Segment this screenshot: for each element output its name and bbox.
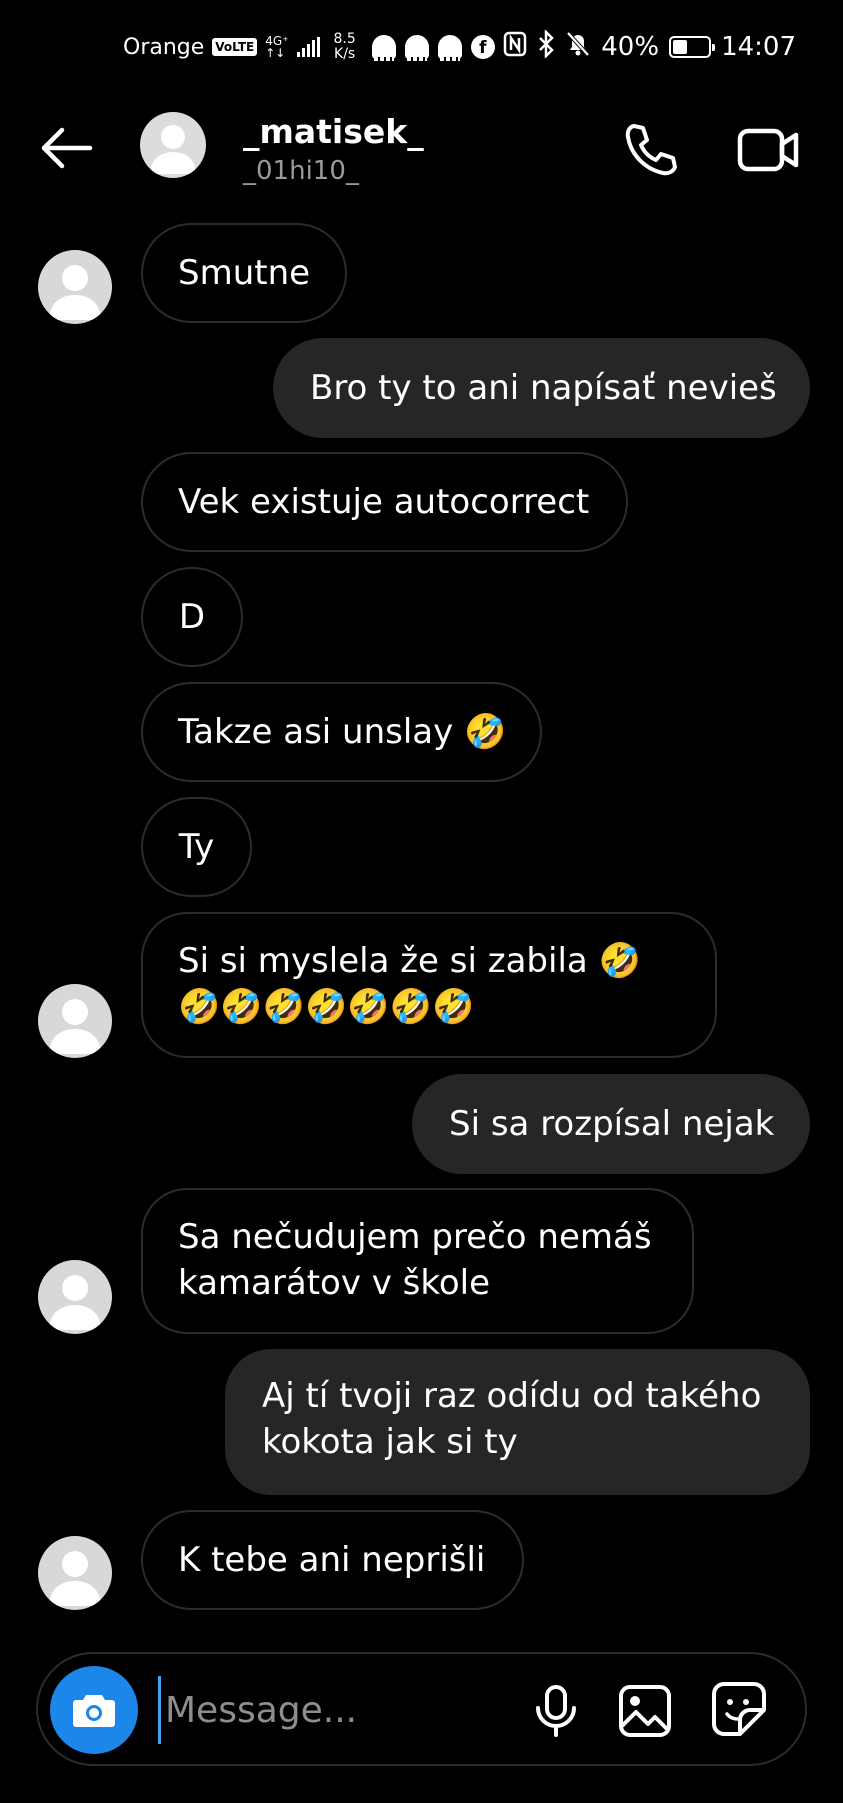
contact-username[interactable]: _01hi10_ — [243, 156, 359, 186]
status-bar: Orange VoLTE 4G⁺ ↑↓ 8.5 K/s f 40% 14:07 — [0, 0, 843, 100]
snapchat-icon — [371, 35, 396, 61]
incoming-message[interactable]: Vek existuje autocorrect — [141, 452, 628, 552]
chat-header: _matisek_ _01hi10_ — [0, 100, 843, 220]
gallery-button[interactable] — [616, 1682, 674, 1740]
phone-icon — [625, 124, 677, 176]
snapchat-icon — [437, 35, 462, 61]
status-bar-right: 40% 14:07 — [503, 28, 796, 64]
back-button[interactable] — [38, 125, 94, 171]
signal-strength-icon — [296, 37, 320, 57]
default-avatar-icon — [49, 999, 101, 1054]
default-avatar-icon — [49, 1275, 101, 1330]
camera-button[interactable] — [50, 1666, 138, 1754]
sender-avatar[interactable] — [38, 984, 112, 1058]
contact-display-name[interactable]: _matisek_ — [243, 112, 424, 151]
video-camera-icon — [737, 128, 799, 172]
bluetooth-icon — [537, 28, 555, 64]
default-avatar-icon — [49, 265, 101, 320]
mute-bell-icon — [565, 30, 591, 64]
facebook-icon: f — [470, 35, 495, 59]
outgoing-message[interactable]: Bro ty to ani napísať nevieš — [273, 338, 810, 438]
arrow-left-icon — [41, 127, 93, 169]
nfc-icon — [503, 31, 527, 63]
battery-level — [673, 40, 687, 54]
incoming-message[interactable]: Smutne — [141, 223, 347, 323]
incoming-message[interactable]: Takze asi unslay 🤣 — [141, 682, 542, 782]
default-avatar-icon — [150, 125, 196, 174]
network-speed-unit: K/s — [334, 46, 356, 62]
sender-avatar[interactable] — [38, 1260, 112, 1334]
outgoing-message[interactable]: Aj tí tvoji raz odídu od takého kokota j… — [225, 1349, 810, 1495]
network-speed: 8.5 K/s — [334, 32, 356, 62]
microphone-icon — [536, 1685, 576, 1737]
network-speed-value: 8.5 — [333, 31, 356, 47]
contact-avatar[interactable] — [140, 112, 206, 178]
sticker-button[interactable] — [710, 1680, 768, 1738]
sender-avatar[interactable] — [38, 1536, 112, 1610]
sender-avatar[interactable] — [38, 250, 112, 324]
voice-message-button[interactable] — [529, 1684, 583, 1738]
image-icon — [619, 1685, 671, 1737]
incoming-message[interactable]: K tebe ani neprišli — [141, 1510, 524, 1610]
incoming-message[interactable]: Ty — [141, 797, 252, 897]
battery-icon — [669, 36, 716, 58]
audio-call-button[interactable] — [620, 120, 680, 180]
incoming-message[interactable]: D — [141, 567, 243, 667]
sticker-icon — [712, 1682, 766, 1736]
snapchat-icon — [404, 35, 429, 61]
battery-percent: 40% — [601, 32, 660, 62]
default-avatar-icon — [49, 1551, 101, 1606]
carrier-name: Orange — [123, 34, 205, 60]
network-type: 4G⁺ ↑↓ — [265, 35, 288, 59]
network-activity-label: ↑↓ — [265, 46, 286, 60]
outgoing-message[interactable]: Si sa rozpísal nejak — [412, 1074, 810, 1174]
message-input[interactable] — [158, 1676, 538, 1744]
clock: 14:07 — [721, 32, 796, 62]
message-composer — [36, 1652, 807, 1766]
camera-icon — [73, 1695, 115, 1727]
volte-badge: VoLTE — [212, 38, 258, 56]
incoming-message[interactable]: Si si myslela že si zabila 🤣🤣🤣🤣🤣🤣🤣🤣 — [141, 912, 717, 1058]
video-call-button[interactable] — [736, 122, 800, 178]
status-bar-left: Orange VoLTE 4G⁺ ↑↓ 8.5 K/s f — [123, 32, 495, 62]
incoming-message[interactable]: Sa nečudujem prečo nemáš kamarátov v ško… — [141, 1188, 694, 1334]
notification-icons: f — [371, 35, 495, 61]
